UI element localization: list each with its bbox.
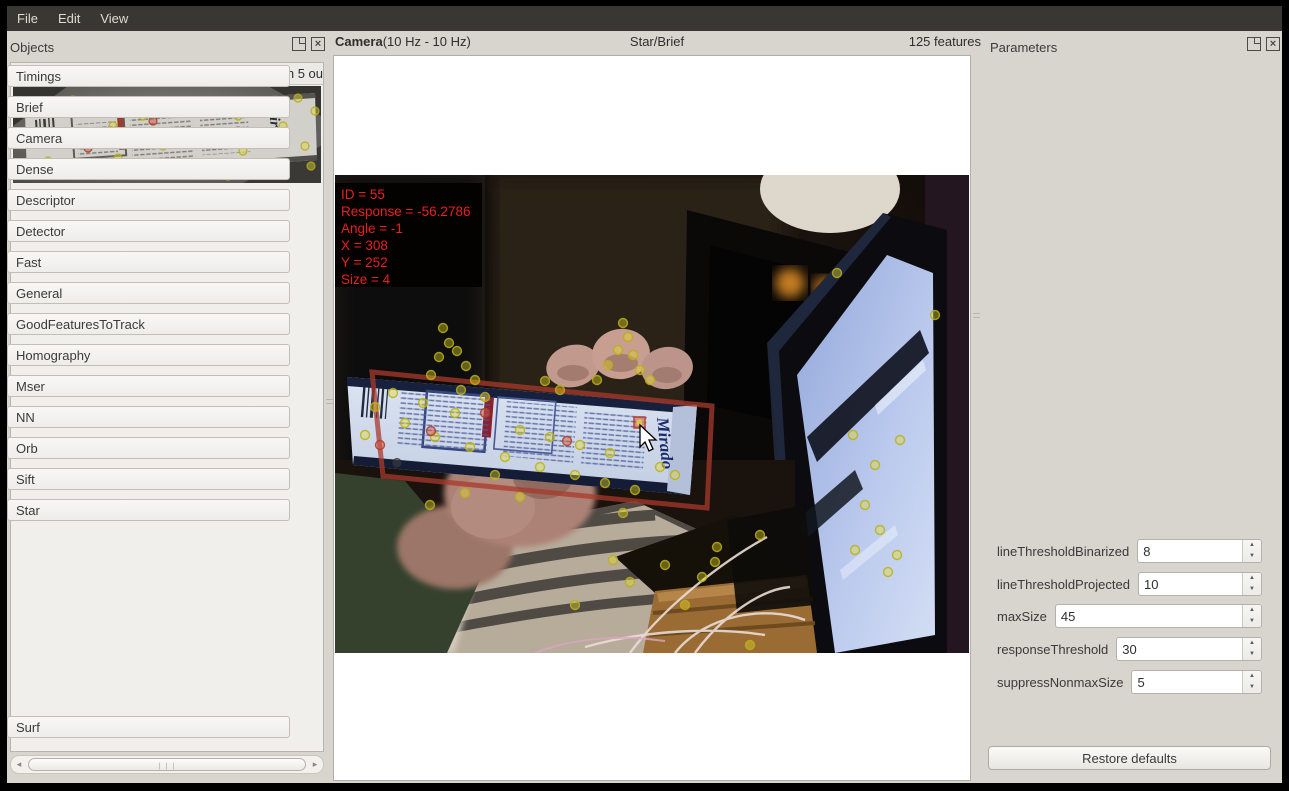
spin-down-icon[interactable]: ▼ [1243,551,1261,562]
spin-down-icon[interactable]: ▼ [1243,584,1261,595]
section-surf[interactable]: Surf [7,716,290,738]
spin-down-icon[interactable]: ▼ [1243,616,1261,627]
parameters-close-button[interactable]: × [1266,37,1280,51]
splitter-camera-parameters[interactable]: —— [973,312,979,320]
application-window: File Edit View Objects × 3 (49) Star/Bri… [7,6,1282,783]
float-icon [299,37,306,44]
param-label: lineThresholdProjected [997,577,1130,592]
section-timings[interactable]: Timings [7,65,290,87]
section-star[interactable]: Star [7,499,290,521]
section-sift[interactable]: Sift [7,468,290,490]
param-label: suppressNonmaxSize [997,675,1123,690]
objects-panel-title: Objects [10,36,54,58]
section-camera[interactable]: Camera [7,127,290,149]
overlay-size: Size = 4 [341,272,391,287]
overlay-response: Response = -56.2786 [341,204,470,219]
spin-up-icon[interactable]: ▲ [1243,540,1261,551]
section-orb[interactable]: Orb [7,437,290,459]
maxsize-input[interactable] [1056,605,1242,627]
maxsize-spinner: ▲▼ [1055,604,1262,628]
overlay-y: Y = 252 [341,255,388,270]
section-nn[interactable]: NN [7,406,290,428]
menu-view[interactable]: View [90,7,138,30]
close-icon: × [312,36,324,52]
parameters-panel-title: Parameters [990,36,1057,58]
parameters-float-button[interactable] [1247,37,1261,51]
restore-defaults-button[interactable]: Restore defaults [988,746,1271,770]
suppressnonmaxsize-input[interactable] [1132,671,1242,693]
scroll-left-icon[interactable]: ◂ [11,759,27,770]
menu-file[interactable]: File [7,7,48,30]
suppressnonmaxsize-spinner: ▲▼ [1131,670,1262,694]
objects-close-button[interactable]: × [311,37,325,51]
param-label: lineThresholdBinarized [997,544,1129,559]
section-brief[interactable]: Brief [7,96,290,118]
section-mser[interactable]: Mser [7,375,290,397]
close-icon: × [1267,36,1279,52]
float-icon [1254,37,1261,44]
responsethreshold-input[interactable] [1117,638,1242,660]
spin-down-icon[interactable]: ▼ [1243,649,1261,660]
scrollbar-thumb[interactable]: ❘❘❘ [28,758,306,771]
spin-up-icon[interactable]: ▲ [1243,573,1261,584]
spin-up-icon[interactable]: ▲ [1243,638,1261,649]
splitter-objects-camera[interactable]: —— [326,398,332,406]
camera-detector-label: Star/Brief [333,34,981,49]
section-homography[interactable]: Homography [7,344,290,366]
section-fast[interactable]: Fast [7,251,290,273]
scroll-right-icon[interactable]: ▸ [307,759,323,770]
param-row-maxsize: maxSize ▲▼ [997,604,1262,628]
scrollbar-grip-icon: ❘❘❘ [157,762,178,770]
linethresholdprojected-input[interactable] [1139,573,1242,595]
objects-float-button[interactable] [292,37,306,51]
camera-header: Camera(10 Hz - 10 Hz) Star/Brief 125 fea… [333,34,981,54]
overlay-id: ID = 55 [341,187,385,202]
spin-up-icon[interactable]: ▲ [1243,605,1261,616]
section-goodfeaturestotrack[interactable]: GoodFeaturesToTrack [7,313,290,335]
linethresholdbinarized-spinner: ▲▼ [1137,539,1262,563]
section-detector[interactable]: Detector [7,220,290,242]
param-row-responsethreshold: responseThreshold ▲▼ [997,637,1262,661]
camera-view[interactable]: Mirado [333,55,971,781]
spin-up-icon[interactable]: ▲ [1243,671,1261,682]
menu-bar: File Edit View [7,6,1282,31]
feature-info-overlay: ID = 55 Response = -56.2786 Angle = -1 X… [335,183,482,287]
linethresholdprojected-spinner: ▲▼ [1138,572,1262,596]
objects-hscrollbar[interactable]: ◂ ❘❘❘ ▸ [10,755,324,774]
overlay-x: X = 308 [341,238,388,253]
rejected-point [393,459,402,468]
linethresholdbinarized-input[interactable] [1138,540,1242,562]
section-dense[interactable]: Dense [7,158,290,180]
camera-image[interactable]: Mirado [335,175,969,653]
param-row-linethresholdbinarized: lineThresholdBinarized ▲▼ [997,539,1262,563]
camera-feature-count: 125 features [909,34,981,49]
responsethreshold-spinner: ▲▼ [1116,637,1262,661]
param-label: maxSize [997,609,1047,624]
section-descriptor[interactable]: Descriptor [7,189,290,211]
section-general[interactable]: General [7,282,290,304]
menu-edit[interactable]: Edit [48,7,90,30]
param-row-suppressnonmaxsize: suppressNonmaxSize ▲▼ [997,670,1262,694]
param-row-linethresholdprojected: lineThresholdProjected ▲▼ [997,572,1262,596]
param-label: responseThreshold [997,642,1108,657]
spin-down-icon[interactable]: ▼ [1243,682,1261,693]
overlay-angle: Angle = -1 [341,221,403,236]
